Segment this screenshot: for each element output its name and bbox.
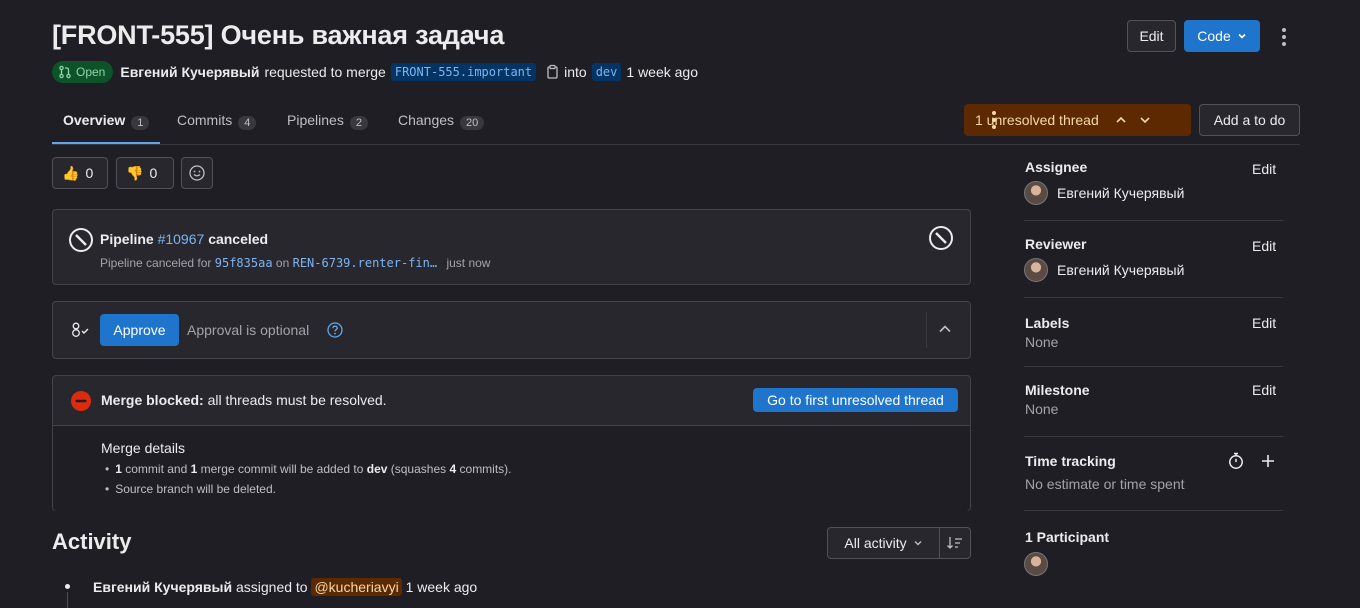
unresolved-threads-bar: 1 unresolved thread [964, 104, 1191, 136]
timeline-dot [65, 584, 70, 589]
merge-details-item-commits: • 1 commit and 1 merge commit will be add… [105, 462, 512, 476]
thumbs-down-button[interactable]: 👎 0 [116, 157, 174, 189]
status-badge: Open [52, 61, 114, 83]
user-mention[interactable]: @kucheriavyi [311, 578, 402, 596]
chevron-down-icon[interactable] [1138, 113, 1152, 127]
sort-icon [947, 537, 962, 549]
labels-edit-link[interactable]: Edit [1252, 315, 1276, 331]
smiley-icon [189, 165, 205, 181]
milestone-value: None [1025, 401, 1059, 417]
tab-commits[interactable]: Commits 4 [177, 108, 257, 144]
avatar[interactable] [1024, 552, 1048, 576]
divider [926, 312, 927, 348]
plus-icon[interactable] [1260, 453, 1276, 469]
reviewer-heading: Reviewer [1025, 236, 1087, 252]
merge-panel: Merge blocked: all threads must be resol… [52, 375, 971, 511]
activity-filter-dropdown[interactable]: All activity [827, 527, 940, 559]
labels-value: None [1025, 334, 1059, 350]
assignee-name[interactable]: Евгений Кучерявый [1057, 185, 1184, 201]
sidebar-divider [1024, 366, 1283, 367]
avatar[interactable] [1024, 258, 1048, 282]
approval-panel: Approve Approval is optional [52, 301, 971, 359]
milestone-heading: Milestone [1025, 382, 1090, 398]
merge-blocked-icon [71, 391, 91, 411]
stopwatch-icon[interactable] [1228, 452, 1244, 470]
time-tracking-value: No estimate or time spent [1025, 476, 1185, 492]
sidebar-divider [1024, 220, 1283, 221]
time-tracking-heading: Time tracking [1025, 453, 1116, 469]
reviewer-name[interactable]: Евгений Кучерявый [1057, 262, 1184, 278]
pipeline-status-line: Pipeline #10967 canceled [100, 231, 269, 247]
labels-heading: Labels [1025, 315, 1070, 331]
copy-icon[interactable] [545, 64, 559, 80]
code-dropdown-button[interactable]: Code [1184, 20, 1260, 52]
thumbs-down-icon: 👎 [126, 164, 144, 181]
assignee-heading: Assignee [1025, 159, 1088, 175]
approval-icon [72, 322, 89, 337]
approval-optional-text: Approval is optional [187, 322, 310, 338]
pipeline-details: Pipeline canceled for 95f835aa on REN-67… [100, 256, 491, 270]
thread-options-icon[interactable] [992, 111, 996, 129]
approve-button[interactable]: Approve [100, 314, 179, 346]
go-to-first-thread-button[interactable]: Go to first unresolved thread [753, 388, 958, 412]
activity-title: Activity [52, 529, 132, 554]
merge-details-section: Merge details • 1 commit and 1 merge comm… [53, 425, 970, 511]
sidebar-divider [1024, 510, 1283, 511]
target-branch[interactable]: dev [591, 63, 622, 81]
tab-changes[interactable]: Changes 20 [398, 108, 485, 144]
chevron-up-icon[interactable] [1114, 113, 1128, 127]
created-time: 1 week ago [626, 64, 698, 80]
merge-details-title: Merge details [101, 440, 186, 456]
milestone-edit-link[interactable]: Edit [1252, 382, 1276, 398]
tab-pipelines[interactable]: Pipelines 2 [287, 108, 368, 144]
canceled-status-icon [69, 228, 93, 252]
into-text: into [564, 64, 587, 80]
merge-details-item-branch: • Source branch will be deleted. [105, 482, 276, 496]
add-todo-button[interactable]: Add a to do [1199, 104, 1300, 136]
more-actions-icon[interactable] [1282, 28, 1286, 46]
merge-request-icon [59, 65, 71, 79]
sort-direction-button[interactable] [939, 527, 971, 559]
chevron-up-icon[interactable] [937, 321, 953, 337]
thumbs-up-button[interactable]: 👍 0 [52, 157, 108, 189]
tab-overview[interactable]: Overview 1 [52, 108, 161, 144]
activity-author[interactable]: Евгений Кучерявый [93, 579, 232, 595]
edit-button[interactable]: Edit [1127, 20, 1176, 52]
sidebar-divider [1024, 297, 1283, 298]
merge-request-meta: Open Евгений Кучерявый requested to merg… [52, 61, 698, 83]
merge-blocked-message: Merge blocked: all threads must be resol… [101, 392, 387, 408]
chevron-down-icon [1238, 33, 1246, 39]
page-title: [FRONT-555] Очень важная задача [52, 20, 505, 50]
activity-entry: Евгений Кучерявый assigned to @kucheriav… [93, 578, 478, 596]
pipeline-branch-link[interactable]: REN-6739.renter-fin… [293, 256, 438, 270]
canceled-icon[interactable] [928, 225, 954, 251]
pipeline-id-link[interactable]: #10967 [158, 231, 205, 247]
tabs-divider [52, 144, 1300, 145]
author-link[interactable]: Евгений Кучерявый [120, 64, 259, 80]
help-icon[interactable] [327, 322, 343, 338]
add-reaction-button[interactable] [181, 157, 213, 189]
pipeline-panel: Pipeline #10967 canceled Pipeline cancel… [52, 209, 971, 285]
source-branch[interactable]: FRONT-555.important [390, 63, 537, 81]
timeline-line [67, 592, 68, 608]
commit-link[interactable]: 95f835aa [215, 256, 273, 270]
thumbs-up-icon: 👍 [62, 164, 80, 181]
chevron-down-icon [914, 541, 922, 546]
participants-heading: 1 Participant [1025, 529, 1110, 545]
assignee-edit-link[interactable]: Edit [1252, 161, 1276, 177]
sidebar-divider [1024, 436, 1283, 437]
reviewer-edit-link[interactable]: Edit [1252, 238, 1276, 254]
requested-text: requested to merge [264, 64, 386, 80]
code-label: Code [1197, 28, 1231, 44]
avatar[interactable] [1024, 181, 1048, 205]
